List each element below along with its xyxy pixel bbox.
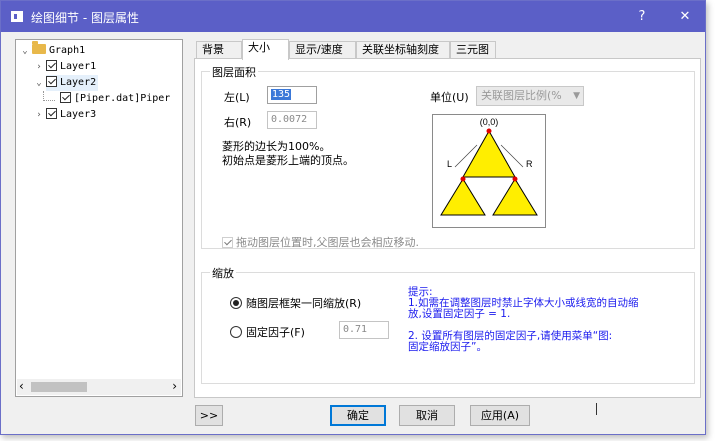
- size-tab-panel: 图层面积 左(L) 135 右(R) 0.0072 菱形的边长为100%。 初始…: [194, 58, 701, 398]
- tree-horizontal-scrollbar[interactable]: ‹ ›: [17, 379, 181, 395]
- left-input[interactable]: 135: [267, 86, 317, 104]
- origin-description: 初始点是菱形上端的顶点。: [222, 154, 354, 167]
- tab-ternary[interactable]: 三元图: [450, 41, 496, 59]
- layer1-checkbox[interactable]: [46, 60, 57, 71]
- expand-icon[interactable]: ⌄: [34, 75, 44, 91]
- left-point: [460, 176, 466, 182]
- r-label: R: [526, 159, 533, 169]
- right-point: [512, 176, 518, 182]
- scale-with-frame-radio[interactable]: 随图层框架一同缩放(R): [230, 295, 361, 311]
- fixed-factor-input[interactable]: 0.71: [339, 321, 389, 339]
- ternary-diagram: (0,0) L R: [432, 114, 546, 228]
- top-point: [486, 128, 492, 134]
- tab-background[interactable]: 背景: [196, 41, 242, 59]
- apply-button[interactable]: 应用(A): [470, 405, 530, 426]
- window-title: 绘图细节 - 图层属性: [31, 11, 139, 25]
- plot-checkbox[interactable]: [60, 92, 71, 103]
- unit-label: 单位(U): [430, 91, 469, 104]
- scroll-thumb[interactable]: [31, 382, 87, 392]
- right-label: 右(R): [224, 116, 252, 129]
- collapse-icon[interactable]: ›: [34, 107, 44, 123]
- tab-display-speed[interactable]: 显示/速度: [289, 41, 356, 59]
- layer-area-group: 图层面积 左(L) 135 右(R) 0.0072 菱形的边长为100%。 初始…: [201, 64, 695, 250]
- scale-group: 缩放 随图层框架一同缩放(R) 固定因子(F) 0.71 提示: 1.如需在调整…: [201, 265, 695, 384]
- expand-button[interactable]: >>: [195, 405, 223, 426]
- scroll-right-icon[interactable]: ›: [172, 379, 177, 394]
- plot-details-dialog: 绘图细节 - 图层属性 ? ✕ ⌄ Graph1 › Layer1 ⌄ Laye…: [0, 0, 706, 435]
- collapse-icon[interactable]: ›: [34, 59, 44, 75]
- scroll-left-icon[interactable]: ‹: [19, 379, 24, 394]
- cancel-button[interactable]: 取消: [399, 405, 455, 426]
- unit-combobox[interactable]: 关联图层比例(% ▼: [476, 86, 584, 106]
- expand-icon[interactable]: ⌄: [20, 43, 30, 59]
- close-button[interactable]: ✕: [670, 7, 700, 27]
- fixed-factor-radio[interactable]: 固定因子(F): [230, 324, 305, 340]
- help-button[interactable]: ?: [627, 7, 657, 27]
- text-cursor-icon: [596, 403, 597, 415]
- drag-parent-checkbox[interactable]: 拖动图层位置时,父图层也会相应移动.: [222, 234, 419, 250]
- radio-empty-icon: [230, 326, 242, 338]
- scale-title: 缩放: [210, 265, 236, 281]
- left-label: 左(L): [224, 91, 250, 104]
- l-label: L: [447, 159, 452, 169]
- right-triangle: [492, 178, 538, 216]
- right-input[interactable]: 0.0072: [267, 111, 317, 129]
- folder-icon: [32, 41, 46, 54]
- left-triangle: [440, 178, 486, 216]
- origin-label: (0,0): [480, 117, 499, 127]
- tab-size[interactable]: 大小: [242, 39, 289, 60]
- tree-connector: [43, 100, 55, 101]
- app-icon: [11, 11, 23, 22]
- title-bar[interactable]: 绘图细节 - 图层属性 ? ✕: [1, 1, 705, 32]
- layer3-checkbox[interactable]: [46, 108, 57, 119]
- hint-text: 提示: 1.如需在调整图层时禁止字体大小或线宽的自动缩 放,设置固定因子 = 1…: [408, 286, 639, 353]
- layer2-checkbox[interactable]: [46, 76, 57, 87]
- top-triangle: [462, 129, 516, 178]
- tab-linked-axes[interactable]: 关联坐标轴刻度: [356, 41, 450, 59]
- ternary-diagram-svg: (0,0) L R: [440, 117, 538, 216]
- drag-parent-check-icon: [222, 237, 233, 248]
- radio-selected-icon: [230, 297, 242, 309]
- ok-button[interactable]: 确定: [330, 405, 386, 426]
- layer-tree[interactable]: ⌄ Graph1 › Layer1 ⌄ Layer2 [Piper.dat]Pi…: [15, 39, 183, 397]
- layer-area-title: 图层面积: [210, 64, 258, 80]
- chevron-down-icon: ▼: [573, 91, 580, 101]
